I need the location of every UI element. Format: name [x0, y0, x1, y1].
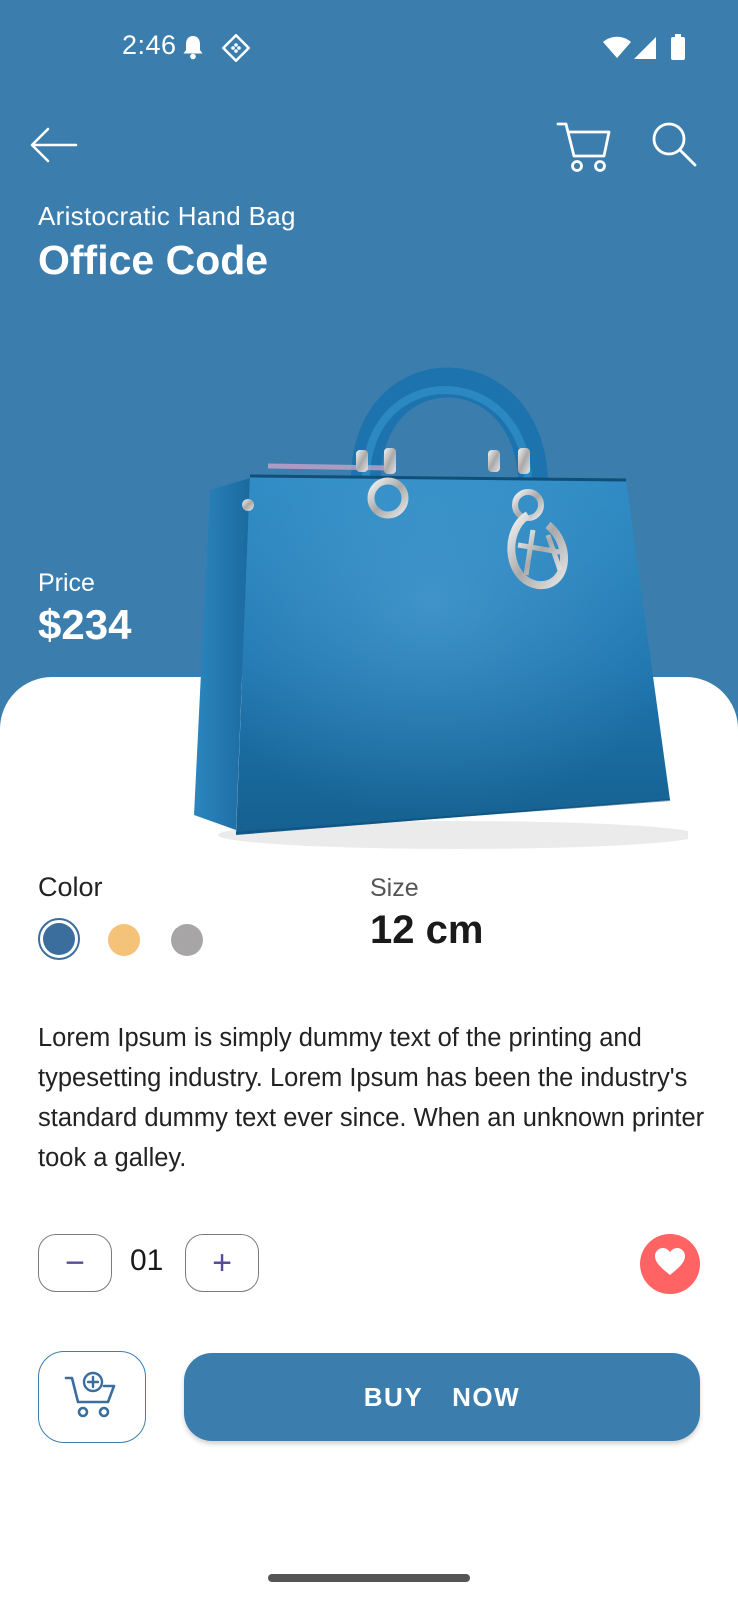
buy-now-button[interactable]: BUY NOW [184, 1353, 700, 1441]
color-label: Color [38, 872, 103, 902]
product-image [188, 330, 698, 860]
status-time: 2:46 [122, 30, 177, 60]
add-to-cart-icon [64, 1370, 120, 1425]
decrement-label: − [65, 1243, 85, 1282]
battery-icon [670, 34, 686, 65]
color-swatch-orange[interactable] [108, 924, 140, 956]
color-swatch-blue[interactable] [43, 923, 75, 955]
status-bar: 2:46 [0, 0, 738, 96]
wifi-icon [602, 36, 632, 65]
increment-button[interactable]: + [185, 1234, 259, 1292]
favorite-button[interactable] [640, 1234, 700, 1294]
color-swatch-gray[interactable] [171, 924, 203, 956]
quantity-value: 01 [130, 1244, 164, 1277]
price-label: Price [38, 569, 95, 597]
signal-icon [632, 36, 658, 65]
product-subtitle: Aristocratic Hand Bag [38, 201, 296, 231]
cart-icon[interactable] [556, 118, 612, 174]
decrement-button[interactable]: − [38, 1234, 112, 1292]
home-indicator[interactable] [268, 1574, 470, 1582]
price-value: $234 [38, 601, 132, 648]
search-icon[interactable] [650, 120, 700, 170]
back-arrow-icon[interactable] [28, 122, 80, 168]
bell-icon [182, 34, 204, 65]
buy-now-label: BUY NOW [363, 1381, 521, 1412]
heart-icon [654, 1247, 686, 1282]
size-label: Size [370, 874, 419, 902]
product-title: Office Code [38, 237, 269, 283]
size-value: 12 cm [370, 908, 484, 952]
product-detail-screen: 2:46 Aristocratic Hand Bag Office Code P… [0, 0, 738, 1600]
increment-label: + [212, 1243, 232, 1282]
diamond-notification-icon [221, 33, 251, 67]
add-to-cart-button[interactable] [38, 1351, 146, 1443]
product-description: Lorem Ipsum is simply dummy text of the … [38, 1024, 705, 1172]
